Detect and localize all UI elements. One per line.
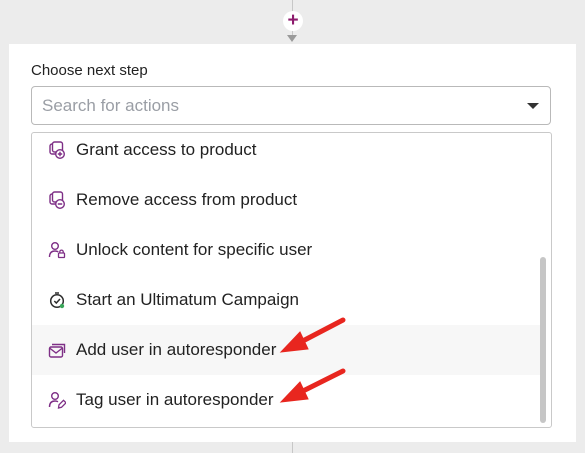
autoresponder-tag-icon <box>48 392 66 409</box>
option-label: Start an Ultimatum Campaign <box>76 290 299 309</box>
user-lock-icon <box>48 242 66 259</box>
option-tag-user-autoresponder[interactable]: Tag user in autoresponder <box>32 375 540 425</box>
action-search-select[interactable] <box>31 86 551 125</box>
dropdown-caret-icon[interactable] <box>527 103 539 109</box>
flow-arrow-down-icon <box>287 35 297 42</box>
product-grant-icon <box>49 141 65 159</box>
action-search-input[interactable] <box>42 87 512 124</box>
option-label: Remove access from product <box>76 190 298 209</box>
option-remove-access[interactable]: Remove access from product <box>32 175 540 225</box>
option-unlock-content[interactable]: Unlock content for specific user <box>32 225 540 275</box>
option-label: Tag user in autoresponder <box>76 390 274 409</box>
option-add-user-autoresponder[interactable]: Add user in autoresponder <box>32 325 540 375</box>
option-label: Grant access to product <box>76 140 257 159</box>
flow-connector-bottom <box>292 442 293 453</box>
timer-icon <box>49 292 65 309</box>
action-options-list: Grant access to product Remove access fr… <box>31 132 552 428</box>
option-label: Add user in autoresponder <box>76 340 277 359</box>
step-picker-card: Choose next step Grant access to product… <box>9 44 576 442</box>
product-remove-icon <box>49 191 65 209</box>
autoresponder-add-icon <box>48 343 66 358</box>
options-scrollbar[interactable] <box>540 257 546 423</box>
option-ultimatum-campaign[interactable]: Start an Ultimatum Campaign <box>32 275 540 325</box>
choose-next-step-label: Choose next step <box>31 62 148 79</box>
option-label: Unlock content for specific user <box>76 240 313 259</box>
add-step-button[interactable]: + <box>283 11 303 31</box>
option-grant-access[interactable]: Grant access to product <box>32 133 540 175</box>
